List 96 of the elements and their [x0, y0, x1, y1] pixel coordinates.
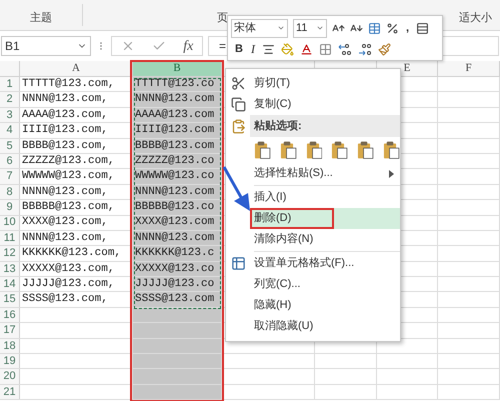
menu-item[interactable]: 复制(C)	[250, 94, 400, 115]
table-cell: WWWWW@123.co	[133, 169, 222, 184]
align-center-icon[interactable]	[262, 42, 275, 56]
table-cell: WWWWW@123.com,	[20, 169, 133, 184]
table-cell: ZZZZZ@123.co	[133, 154, 222, 168]
menu-item[interactable]: 取消隐藏(U)	[250, 316, 400, 337]
paste-icon[interactable]	[254, 140, 271, 160]
paste-transpose-icon[interactable]	[331, 140, 348, 160]
row-number[interactable]: 4	[0, 123, 20, 138]
row-number[interactable]: 11	[0, 230, 20, 246]
menu-item[interactable]: 隐藏(H)	[250, 295, 400, 316]
format-cells-icon	[230, 256, 246, 271]
table-cell: BBBBB@123.co	[133, 200, 222, 215]
table-cell: XXXXX@123.com,	[20, 262, 133, 276]
row-number[interactable]: 1	[0, 77, 20, 92]
table-cell: NNNN@123.com,	[20, 230, 133, 246]
table-cell: XXXX@123.com	[133, 216, 222, 230]
row-number[interactable]: 9	[0, 200, 20, 215]
paste-link-icon[interactable]	[383, 140, 400, 160]
table-cell: BBBB@123.com	[133, 138, 222, 153]
table-cell: NNNN@123.com	[133, 184, 222, 200]
table-cell: NNNN@123.com,	[20, 92, 133, 107]
copy-icon	[230, 97, 246, 112]
clipboard-icon	[230, 118, 246, 134]
row-number[interactable]: 2	[0, 92, 20, 107]
row-number[interactable]: 18	[0, 338, 20, 354]
row-number[interactable]: 10	[0, 216, 20, 230]
row-number[interactable]: 13	[0, 262, 20, 276]
fill-color-icon[interactable]	[280, 42, 294, 56]
row-number[interactable]: 19	[0, 354, 20, 368]
row-number[interactable]: 17	[0, 323, 20, 338]
menu-section-header: 粘贴选项:	[250, 115, 400, 137]
table-cell: NNNN@123.com	[133, 92, 222, 107]
paste-values-icon[interactable]	[280, 140, 297, 160]
table-cell: TTTTT@123.co	[133, 77, 222, 92]
row-number[interactable]: 6	[0, 154, 20, 168]
menu-item[interactable]: 剪切(T)	[250, 73, 400, 94]
font-color-icon[interactable]	[300, 42, 313, 56]
paste-formulas-icon[interactable]	[306, 140, 322, 160]
caret-icon	[316, 24, 324, 32]
menu-item[interactable]: 删除(D)	[250, 208, 400, 229]
menu-item[interactable]: 清除内容(N)	[250, 229, 400, 250]
ribbon-group-label: 主题	[30, 10, 52, 26]
comma-style-button[interactable]: ,	[404, 20, 412, 36]
row-number[interactable]: 16	[0, 308, 20, 322]
row-number[interactable]: 20	[0, 369, 20, 384]
table-cell: IIII@123.com	[133, 123, 222, 138]
cell-style-icon[interactable]	[368, 22, 381, 34]
table-cell: XXXXX@123.co	[133, 262, 222, 276]
table-cell: KKKKKK@123.c	[133, 246, 222, 261]
paste-formatting-icon[interactable]	[357, 140, 374, 160]
menu-item[interactable]: 选择性粘贴(S)...	[250, 163, 400, 184]
merge-icon[interactable]	[416, 22, 430, 34]
row-number[interactable]: 14	[0, 277, 20, 292]
caret-icon	[277, 24, 285, 32]
table-cell: TTTTT@123.com,	[20, 77, 133, 92]
pointer-arrow	[222, 165, 252, 213]
menu-item[interactable]: 插入(I)	[250, 187, 400, 208]
percent-icon[interactable]	[386, 22, 399, 34]
row-number[interactable]: 15	[0, 292, 20, 307]
bold-button[interactable]: B	[234, 40, 244, 58]
table-cell: ZZZZZ@123.com,	[20, 154, 133, 168]
table-cell: SSSS@123.com,	[20, 292, 133, 307]
increase-decimal-icon[interactable]	[338, 42, 352, 56]
row-number[interactable]: 8	[0, 184, 20, 200]
insert-function-button[interactable]: fx	[183, 36, 194, 56]
table-cell: SSSS@123.com	[133, 292, 222, 307]
borders-icon[interactable]	[318, 42, 332, 56]
table-cell: JJJJJ@123.com,	[20, 277, 133, 292]
table-cell: BBBBB@123.com,	[20, 200, 133, 215]
table-cell: AAAA@123.com,	[20, 108, 133, 122]
ribbon-group-label: 页	[217, 10, 228, 26]
scissors-icon	[230, 76, 246, 91]
row-number[interactable]: 12	[0, 246, 20, 261]
table-cell: XXXX@123.com,	[20, 216, 133, 230]
menu-item[interactable]: 设置单元格格式(F)...	[250, 253, 400, 274]
name-box[interactable]: B1	[1, 36, 91, 56]
table-cell: BBBB@123.com,	[20, 138, 133, 153]
menu-item[interactable]: 列宽(C)...	[250, 274, 400, 295]
font-size-dropdown[interactable]: 11	[293, 18, 327, 38]
table-cell: NNNN@123.com,	[20, 184, 133, 200]
format-painter-icon[interactable]	[378, 42, 391, 56]
row-number[interactable]: 5	[0, 138, 20, 153]
table-cell: JJJJJ@123.co	[133, 277, 222, 292]
row-number[interactable]: 3	[0, 108, 20, 122]
font-dropdown[interactable]: 宋体	[231, 18, 288, 38]
table-cell: KKKKKK@123.com,	[20, 246, 133, 261]
italic-button[interactable]: I	[250, 40, 256, 58]
table-cell: AAAA@123.com	[133, 108, 222, 122]
ribbon-group-label: 适大小	[459, 10, 492, 26]
row-number[interactable]: 21	[0, 384, 20, 400]
table-cell: IIII@123.com,	[20, 123, 133, 138]
decrease-decimal-icon[interactable]	[358, 42, 372, 56]
row-number[interactable]: 7	[0, 169, 20, 184]
table-cell: NNNN@123.com	[133, 230, 222, 246]
column-header[interactable]: B	[133, 61, 222, 76]
